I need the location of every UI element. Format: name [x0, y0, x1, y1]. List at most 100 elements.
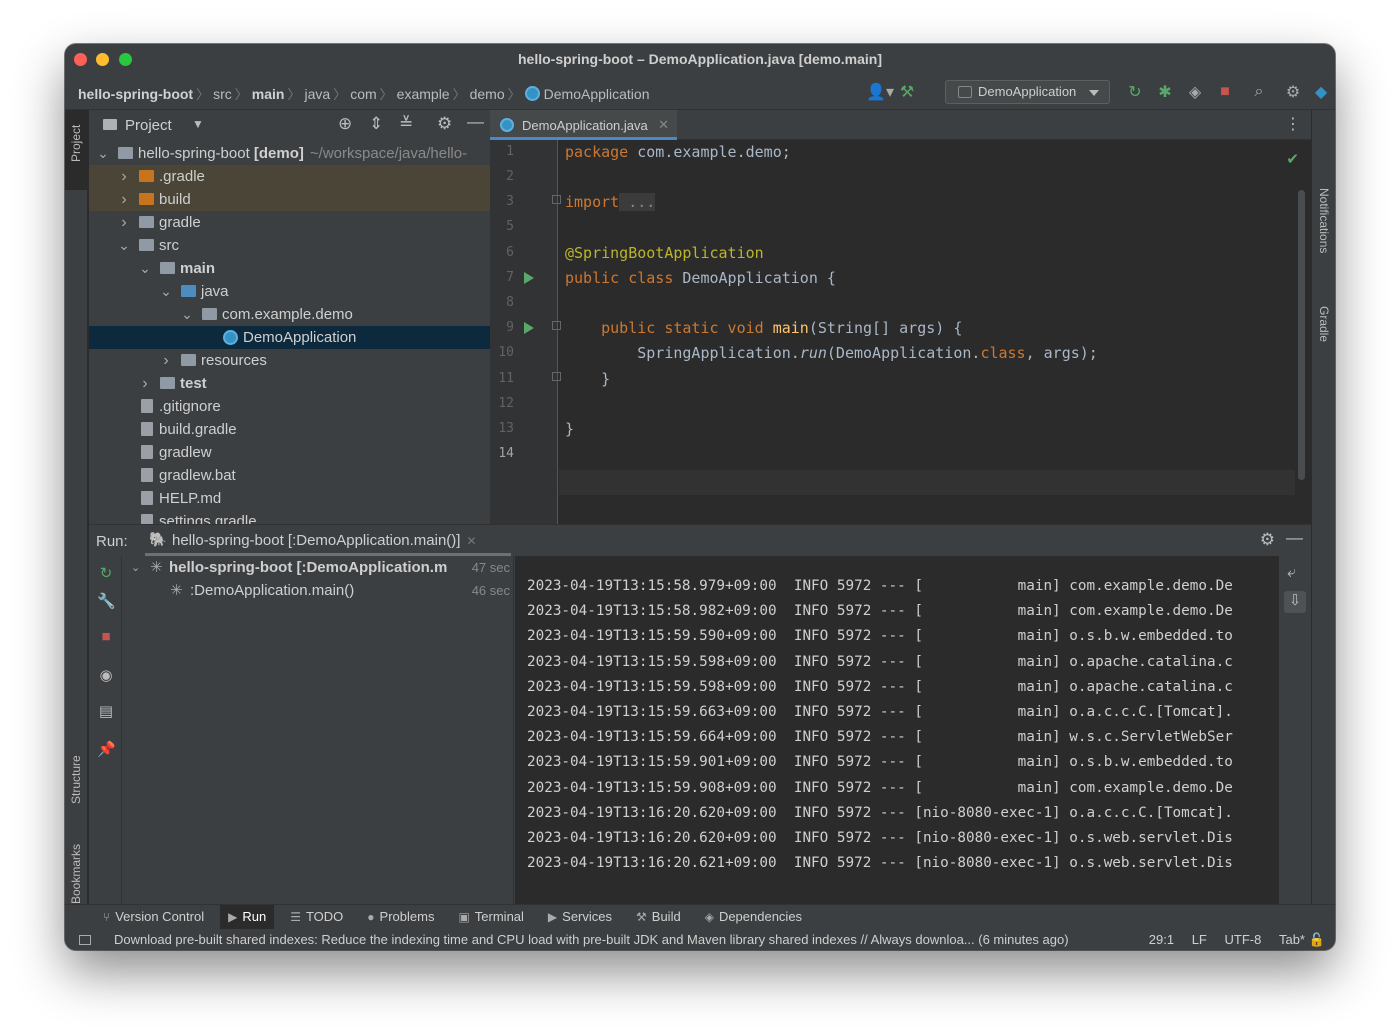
no-problems-check-icon[interactable]: ✔: [1286, 150, 1299, 168]
crumb-demo[interactable]: demo: [470, 86, 505, 102]
tree-item[interactable]: › .gradle: [89, 165, 490, 188]
crumb-project[interactable]: hello-spring-boot: [78, 86, 193, 102]
debug-icon[interactable]: ✱: [1150, 82, 1180, 102]
eye-icon[interactable]: ◉: [97, 666, 115, 684]
gradle-tool-label[interactable]: Gradle: [1317, 306, 1331, 342]
close-tab-icon[interactable]: ✕: [466, 534, 476, 548]
wrench-icon[interactable]: 🔧: [97, 592, 116, 610]
build-hammer-icon[interactable]: ⚒: [895, 82, 919, 102]
caret-position[interactable]: 29:1: [1149, 932, 1174, 947]
tree-item[interactable]: HELP.md: [89, 487, 490, 510]
status-message[interactable]: Download pre-built shared indexes: Reduc…: [114, 929, 1069, 950]
chevron-down-icon[interactable]: ⌄: [131, 557, 140, 579]
chevron-right-icon[interactable]: ›: [160, 349, 172, 372]
hide-panel-icon[interactable]: —: [1286, 528, 1303, 548]
locate-icon[interactable]: ⊕: [338, 114, 352, 134]
scroll-to-end-icon[interactable]: ⇩: [1284, 591, 1306, 613]
tree-item[interactable]: build.gradle: [89, 418, 490, 441]
tree-item[interactable]: › gradle: [89, 211, 490, 234]
crumb-example[interactable]: example: [397, 86, 450, 102]
tool-tab-terminal[interactable]: ▣ Terminal: [458, 905, 535, 929]
code-line-9: public static void main(String[] args) {: [565, 319, 963, 337]
rerun-icon[interactable]: ↻: [1120, 82, 1150, 102]
tool-tab-run[interactable]: ▶ Run: [220, 905, 275, 929]
tree-item[interactable]: ⌄ com.example.demo: [89, 303, 490, 326]
rerun-icon[interactable]: ↻: [97, 564, 115, 582]
line-separator[interactable]: LF: [1192, 932, 1207, 947]
tool-tab-services[interactable]: ▶ Services: [548, 905, 624, 929]
chevron-down-icon[interactable]: ⌄: [97, 142, 109, 165]
bookmarks-tool-label[interactable]: Bookmarks: [69, 844, 83, 904]
user-icon[interactable]: 👤▾: [865, 82, 895, 102]
line-number: 6: [506, 245, 514, 260]
crumb-class[interactable]: DemoApplication: [544, 86, 650, 102]
settings-icon[interactable]: ⚙: [1278, 82, 1308, 102]
tree-item[interactable]: gradlew.bat: [89, 464, 490, 487]
more-tabs-icon[interactable]: ⋮: [1285, 114, 1301, 134]
breadcrumb: hello-spring-boot 〉 src 〉 main 〉 java 〉 com 〉…: [78, 84, 650, 103]
gear-icon[interactable]: ⚙: [437, 114, 452, 134]
status-line: Download pre-built shared indexes: Reduc…: [65, 929, 1335, 950]
project-tool-label[interactable]: Project: [69, 125, 83, 162]
toggle-tool-windows-icon[interactable]: [79, 935, 91, 945]
tree-item[interactable]: ⌄ src: [89, 234, 490, 257]
hide-panel-icon[interactable]: —: [467, 112, 484, 132]
expand-all-icon[interactable]: ⇕: [369, 114, 383, 134]
tool-tab-dependencies[interactable]: ◈ Dependencies: [705, 905, 814, 929]
coverage-icon[interactable]: ◈: [1180, 82, 1210, 102]
stop-icon[interactable]: ■: [1210, 83, 1240, 101]
run-tree-item[interactable]: ✳ :DemoApplication.main() 46 sec: [122, 580, 514, 602]
run-gutter-icon[interactable]: [524, 322, 534, 334]
lock-icon[interactable]: 🔓: [1309, 929, 1325, 950]
structure-tool-label[interactable]: Structure: [69, 755, 83, 804]
plugin-icon[interactable]: ◆: [1308, 82, 1334, 102]
tool-tab-todo[interactable]: ☰ TODO: [290, 905, 355, 929]
chevron-down-icon[interactable]: ⌄: [181, 303, 193, 326]
tab-demoapplication-java[interactable]: DemoApplication.java ✕: [490, 110, 677, 140]
tree-item[interactable]: › resources: [89, 349, 490, 372]
run-configuration-select[interactable]: DemoApplication: [945, 80, 1110, 104]
tree-item[interactable]: settings.gradle: [89, 510, 490, 524]
close-tab-icon[interactable]: ✕: [658, 117, 669, 133]
tree-item[interactable]: .gitignore: [89, 395, 490, 418]
crumb-src[interactable]: src: [213, 86, 232, 102]
search-icon[interactable]: ⌕: [1240, 83, 1278, 101]
run-tree-item[interactable]: ⌄ ✳ hello-spring-boot [:DemoApplication.…: [122, 557, 514, 579]
tool-tab-build[interactable]: ⚒ Build: [636, 905, 693, 929]
code-area[interactable]: package com.example.demo; import ... @Sp…: [559, 140, 1311, 524]
tree-item[interactable]: gradlew: [89, 441, 490, 464]
chevron-right-icon[interactable]: ›: [118, 188, 130, 211]
pin-icon[interactable]: 📌: [97, 740, 116, 758]
tree-item[interactable]: ⌄ hello-spring-boot [demo] ~/workspace/jav…: [89, 142, 490, 165]
chevron-down-icon[interactable]: ▼: [192, 117, 204, 131]
crumb-com[interactable]: com: [350, 86, 376, 102]
tree-item[interactable]: ⌄ main: [89, 257, 490, 280]
chevron-down-icon[interactable]: ⌄: [139, 257, 151, 280]
collapse-all-icon[interactable]: ≚: [399, 114, 413, 134]
layout-icon[interactable]: ▤: [97, 702, 115, 720]
tree-item[interactable]: ⌄ java: [89, 280, 490, 303]
stop-icon[interactable]: ■: [97, 628, 115, 646]
soft-wrap-icon[interactable]: ⤶: [1287, 564, 1296, 582]
console-output[interactable]: 2023-04-19T13:15:58.979+09:00 INFO 5972 …: [515, 556, 1279, 905]
gear-icon[interactable]: ⚙: [1260, 530, 1275, 550]
chevron-down-icon[interactable]: ⌄: [118, 234, 130, 257]
tool-tab-problems[interactable]: ● Problems: [367, 905, 446, 929]
tool-tab-version-control[interactable]: ⑂ Version Control: [103, 905, 216, 929]
run-tab[interactable]: 🐘 hello-spring-boot [:DemoApplication.ma…: [145, 525, 511, 556]
tree-item[interactable]: › test: [89, 372, 490, 395]
chevron-down-icon[interactable]: ⌄: [160, 280, 172, 303]
project-view-select[interactable]: Project: [125, 117, 172, 134]
chevron-right-icon[interactable]: ›: [139, 372, 151, 395]
notifications-tool-label[interactable]: Notifications: [1317, 188, 1331, 253]
run-gutter-icon[interactable]: [524, 272, 534, 284]
tree-item[interactable]: DemoApplication: [89, 326, 490, 349]
indent-setting[interactable]: Tab*: [1279, 932, 1305, 947]
crumb-java[interactable]: java: [305, 86, 331, 102]
chevron-right-icon[interactable]: ›: [118, 211, 130, 234]
editor-scrollbar[interactable]: [1298, 190, 1305, 480]
tree-item[interactable]: › build: [89, 188, 490, 211]
file-encoding[interactable]: UTF-8: [1225, 932, 1262, 947]
chevron-right-icon[interactable]: ›: [118, 165, 130, 188]
crumb-main[interactable]: main: [252, 86, 285, 102]
